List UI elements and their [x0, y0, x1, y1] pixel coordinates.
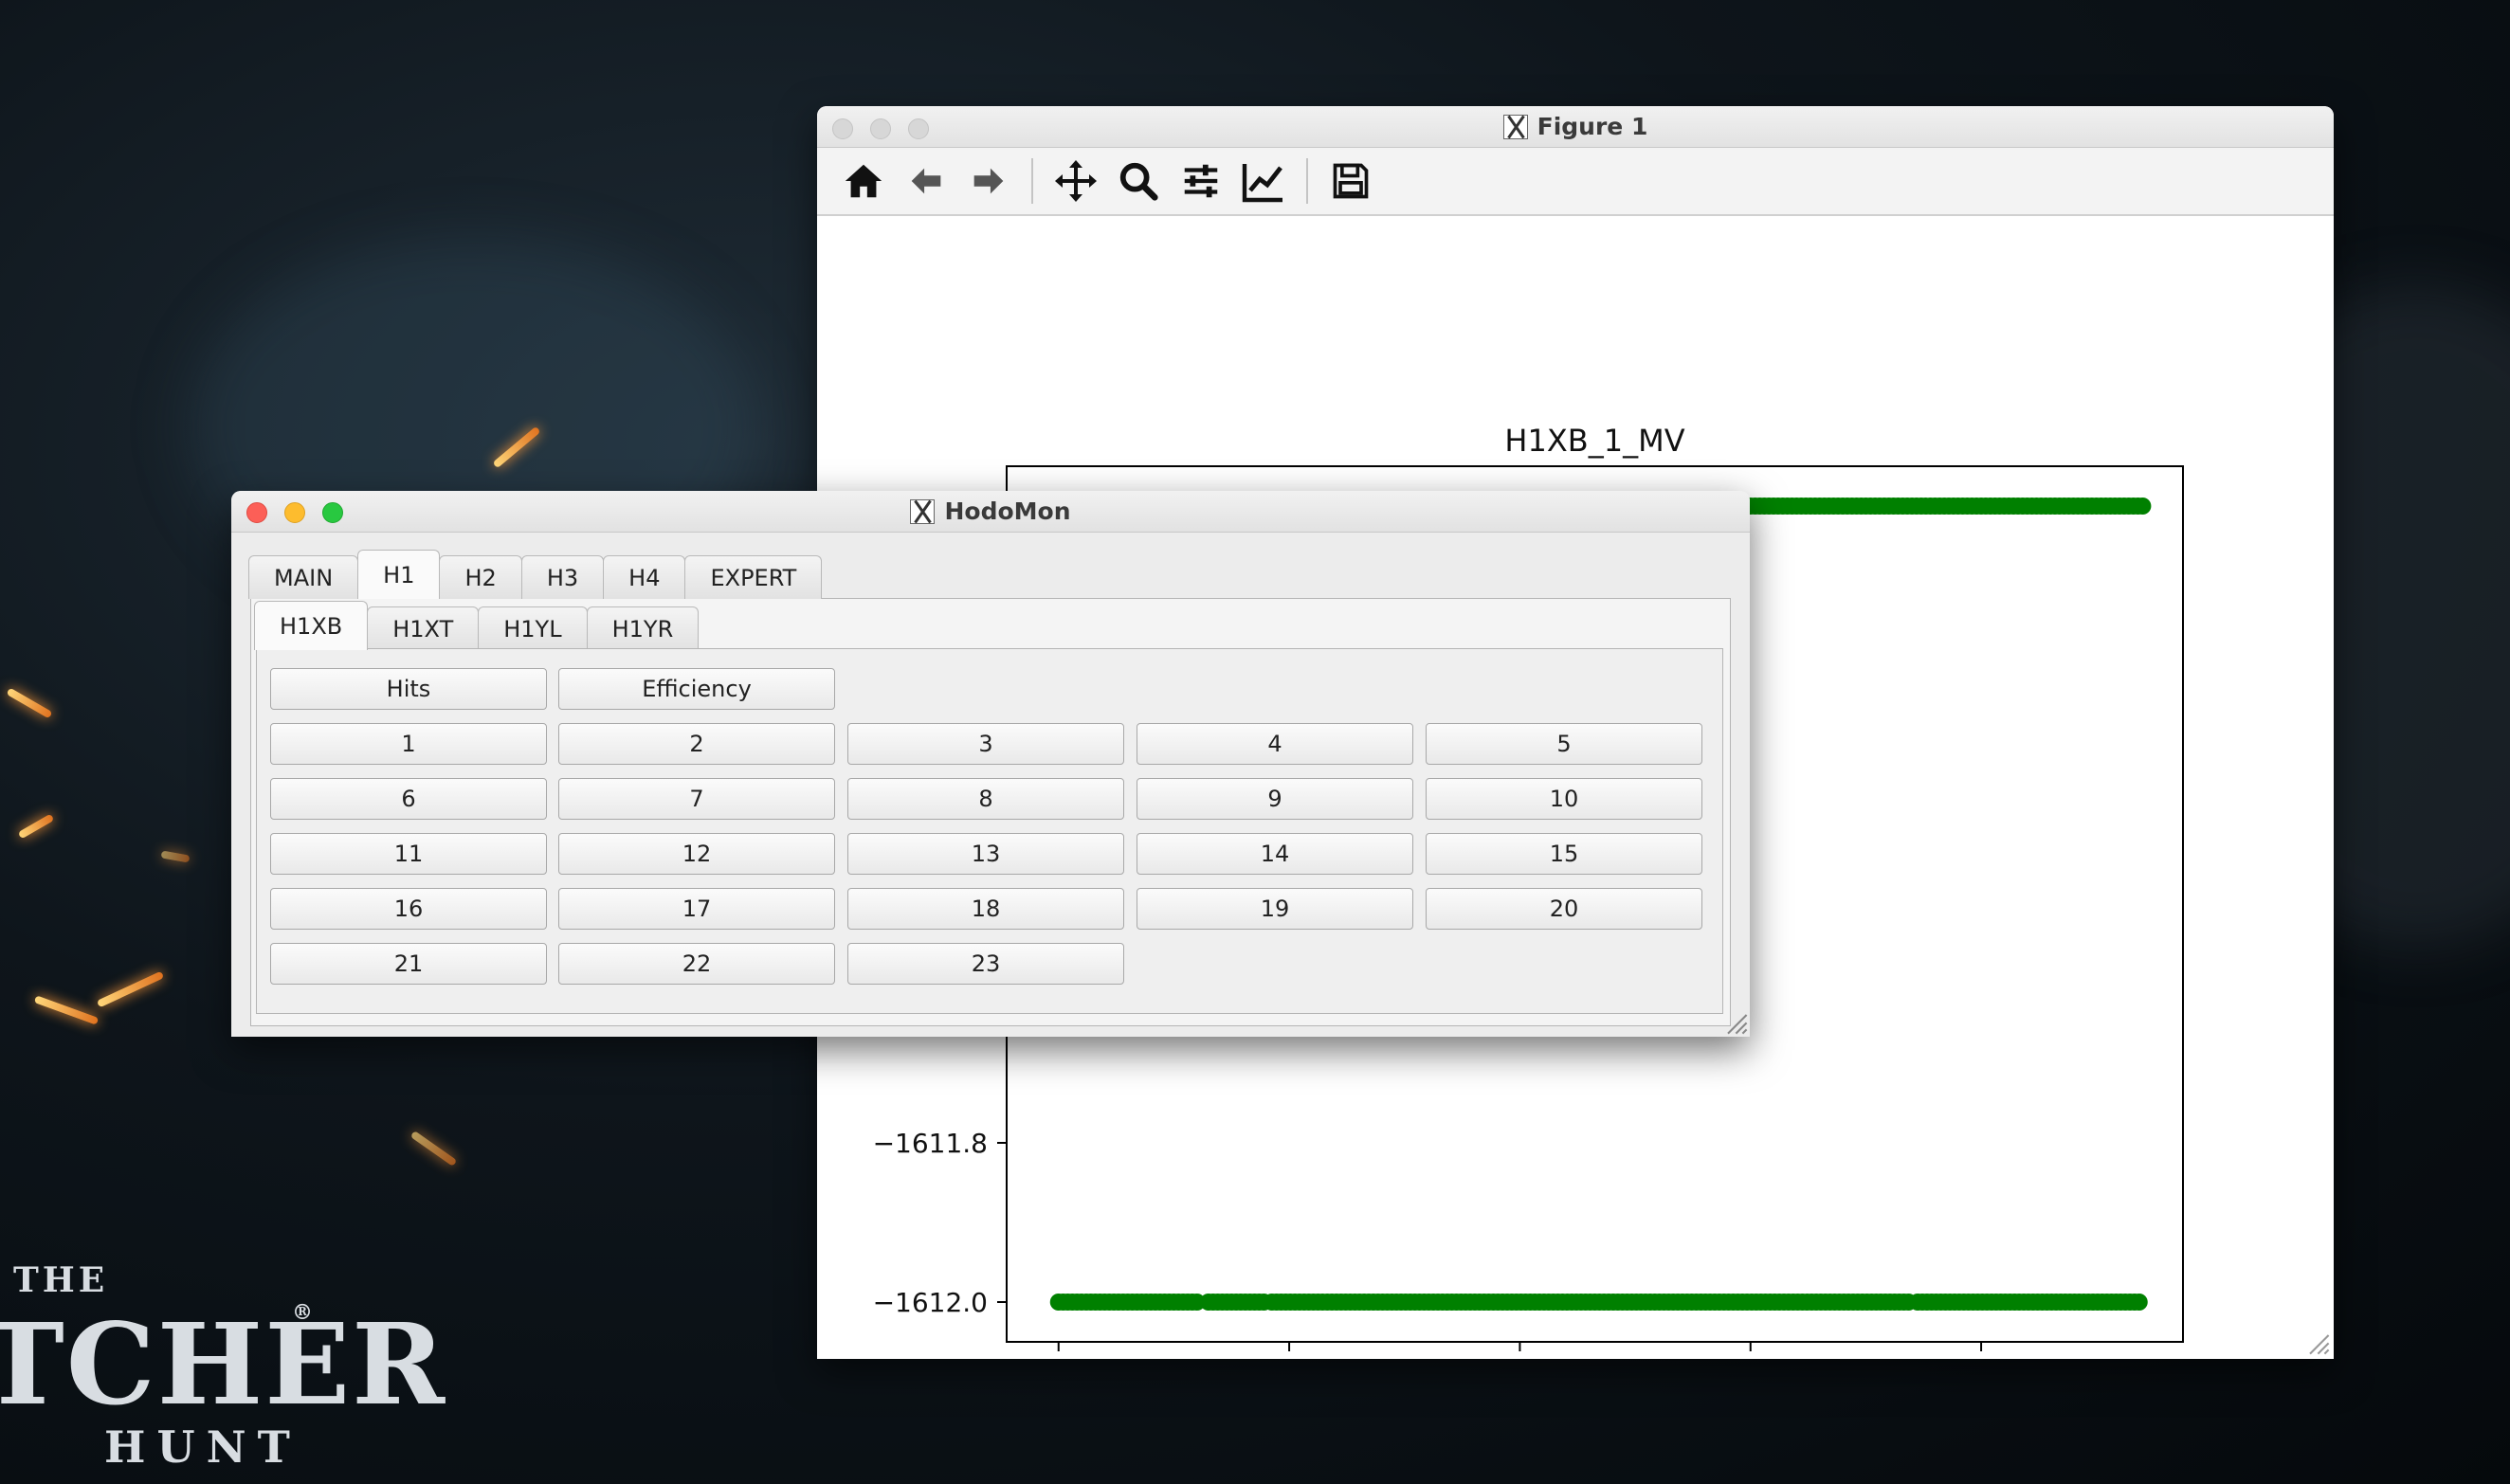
zoom-button[interactable]: [322, 502, 343, 523]
subtab-h1yl[interactable]: H1YL: [478, 606, 588, 650]
channel-9-button[interactable]: 9: [1137, 778, 1413, 820]
forward-button[interactable]: [961, 154, 1016, 208]
inner-tab-bar: H1XB H1XT H1YL H1YR: [254, 601, 700, 650]
subtab-h1xt[interactable]: H1XT: [367, 606, 480, 650]
pan-button[interactable]: [1048, 154, 1103, 208]
hodomon-window: HodoMon MAIN H1 H2 H3 H4 EXPERT H1XB H1XT H1YL H…: [231, 491, 1750, 1037]
channel-4-button[interactable]: 4: [1137, 723, 1413, 765]
zoom-button[interactable]: [908, 118, 929, 139]
channel-12-button[interactable]: 12: [558, 833, 835, 875]
tab-main[interactable]: MAIN: [248, 555, 359, 599]
zoom-rect-button[interactable]: [1111, 154, 1166, 208]
ember: [160, 850, 191, 863]
channel-11-button[interactable]: 11: [270, 833, 547, 875]
channel-16-button[interactable]: 16: [270, 888, 547, 930]
tab-h2[interactable]: H2: [439, 555, 522, 599]
figure-titlebar[interactable]: Figure 1: [817, 106, 2334, 148]
chart-title: H1XB_1_MV: [1504, 423, 1684, 459]
close-button[interactable]: [246, 502, 267, 523]
y-tick-label-1: −1611.8: [873, 1128, 988, 1159]
window-controls: [246, 502, 343, 523]
pan-move-icon: [1055, 160, 1097, 202]
save-button[interactable]: [1323, 154, 1378, 208]
ember: [33, 995, 100, 1025]
minimize-button[interactable]: [870, 118, 891, 139]
window-title: Figure 1: [1537, 113, 1648, 140]
channel-1-button[interactable]: 1: [270, 723, 547, 765]
window-title: HodoMon: [944, 498, 1071, 525]
edit-axis-icon: [1242, 164, 1282, 203]
channel-21-button[interactable]: 21: [270, 943, 547, 985]
tab-h3[interactable]: H3: [520, 555, 605, 599]
close-button[interactable]: [832, 118, 853, 139]
home-button[interactable]: [836, 154, 891, 208]
channel-18-button[interactable]: 18: [847, 888, 1124, 930]
toolbar-separator: [1031, 158, 1033, 204]
window-controls: [832, 118, 929, 139]
subtab-h1yr[interactable]: H1YR: [586, 606, 700, 650]
minimize-button[interactable]: [284, 502, 305, 523]
back-button[interactable]: [899, 154, 954, 208]
edit-axis-button[interactable]: [1236, 154, 1291, 208]
channel-10-button[interactable]: 10: [1426, 778, 1702, 820]
y-tick-label-2: −1612.0: [873, 1287, 988, 1318]
tab-expert[interactable]: EXPERT: [684, 555, 823, 599]
plot-toolbar: [817, 148, 2334, 216]
efficiency-button[interactable]: Efficiency: [558, 668, 835, 710]
home-icon: [845, 164, 882, 198]
channel-2-button[interactable]: 2: [558, 723, 835, 765]
tab-h4[interactable]: H4: [603, 555, 686, 599]
zoom-magnifier-icon: [1119, 162, 1158, 201]
channel-14-button[interactable]: 14: [1137, 833, 1413, 875]
outer-tab-bar: MAIN H1 H2 H3 H4 EXPERT: [248, 550, 823, 599]
resize-grip-icon[interactable]: [1721, 1008, 1748, 1035]
channel-7-button[interactable]: 7: [558, 778, 835, 820]
channel-8-button[interactable]: 8: [847, 778, 1124, 820]
channel-17-button[interactable]: 17: [558, 888, 835, 930]
forward-arrow-icon: [973, 168, 1004, 194]
x11-icon: [1502, 114, 1528, 139]
resize-grip-icon[interactable]: [2303, 1329, 2330, 1355]
channel-22-button[interactable]: 22: [558, 943, 835, 985]
toolbar-separator: [1306, 158, 1308, 204]
channel-6-button[interactable]: 6: [270, 778, 547, 820]
h1xb-panel: Hits Efficiency 1 2 3 4 5 6 7 8 9 10 11 12 13 14 15 16 17 1…: [256, 648, 1723, 1014]
data-point-s1-231: [2130, 1294, 2148, 1311]
ember: [6, 687, 53, 719]
save-icon: [1333, 163, 1369, 199]
configure-subplots-button[interactable]: [1173, 154, 1228, 208]
hits-button[interactable]: Hits: [270, 668, 547, 710]
subtab-h1xb[interactable]: H1XB: [254, 601, 369, 650]
channel-15-button[interactable]: 15: [1426, 833, 1702, 875]
channel-13-button[interactable]: 13: [847, 833, 1124, 875]
ember: [96, 970, 165, 1008]
back-arrow-icon: [911, 168, 941, 194]
x11-icon: [910, 498, 936, 524]
ember: [17, 813, 55, 840]
ember: [409, 1130, 458, 1167]
tab-h1[interactable]: H1: [357, 550, 441, 599]
configure-subplots-icon: [1184, 164, 1218, 198]
channel-19-button[interactable]: 19: [1137, 888, 1413, 930]
channel-23-button[interactable]: 23: [847, 943, 1124, 985]
data-point-s0-235: [2134, 498, 2152, 515]
hodomon-titlebar[interactable]: HodoMon: [231, 491, 1750, 533]
channel-5-button[interactable]: 5: [1426, 723, 1702, 765]
channel-20-button[interactable]: 20: [1426, 888, 1702, 930]
channel-3-button[interactable]: 3: [847, 723, 1124, 765]
